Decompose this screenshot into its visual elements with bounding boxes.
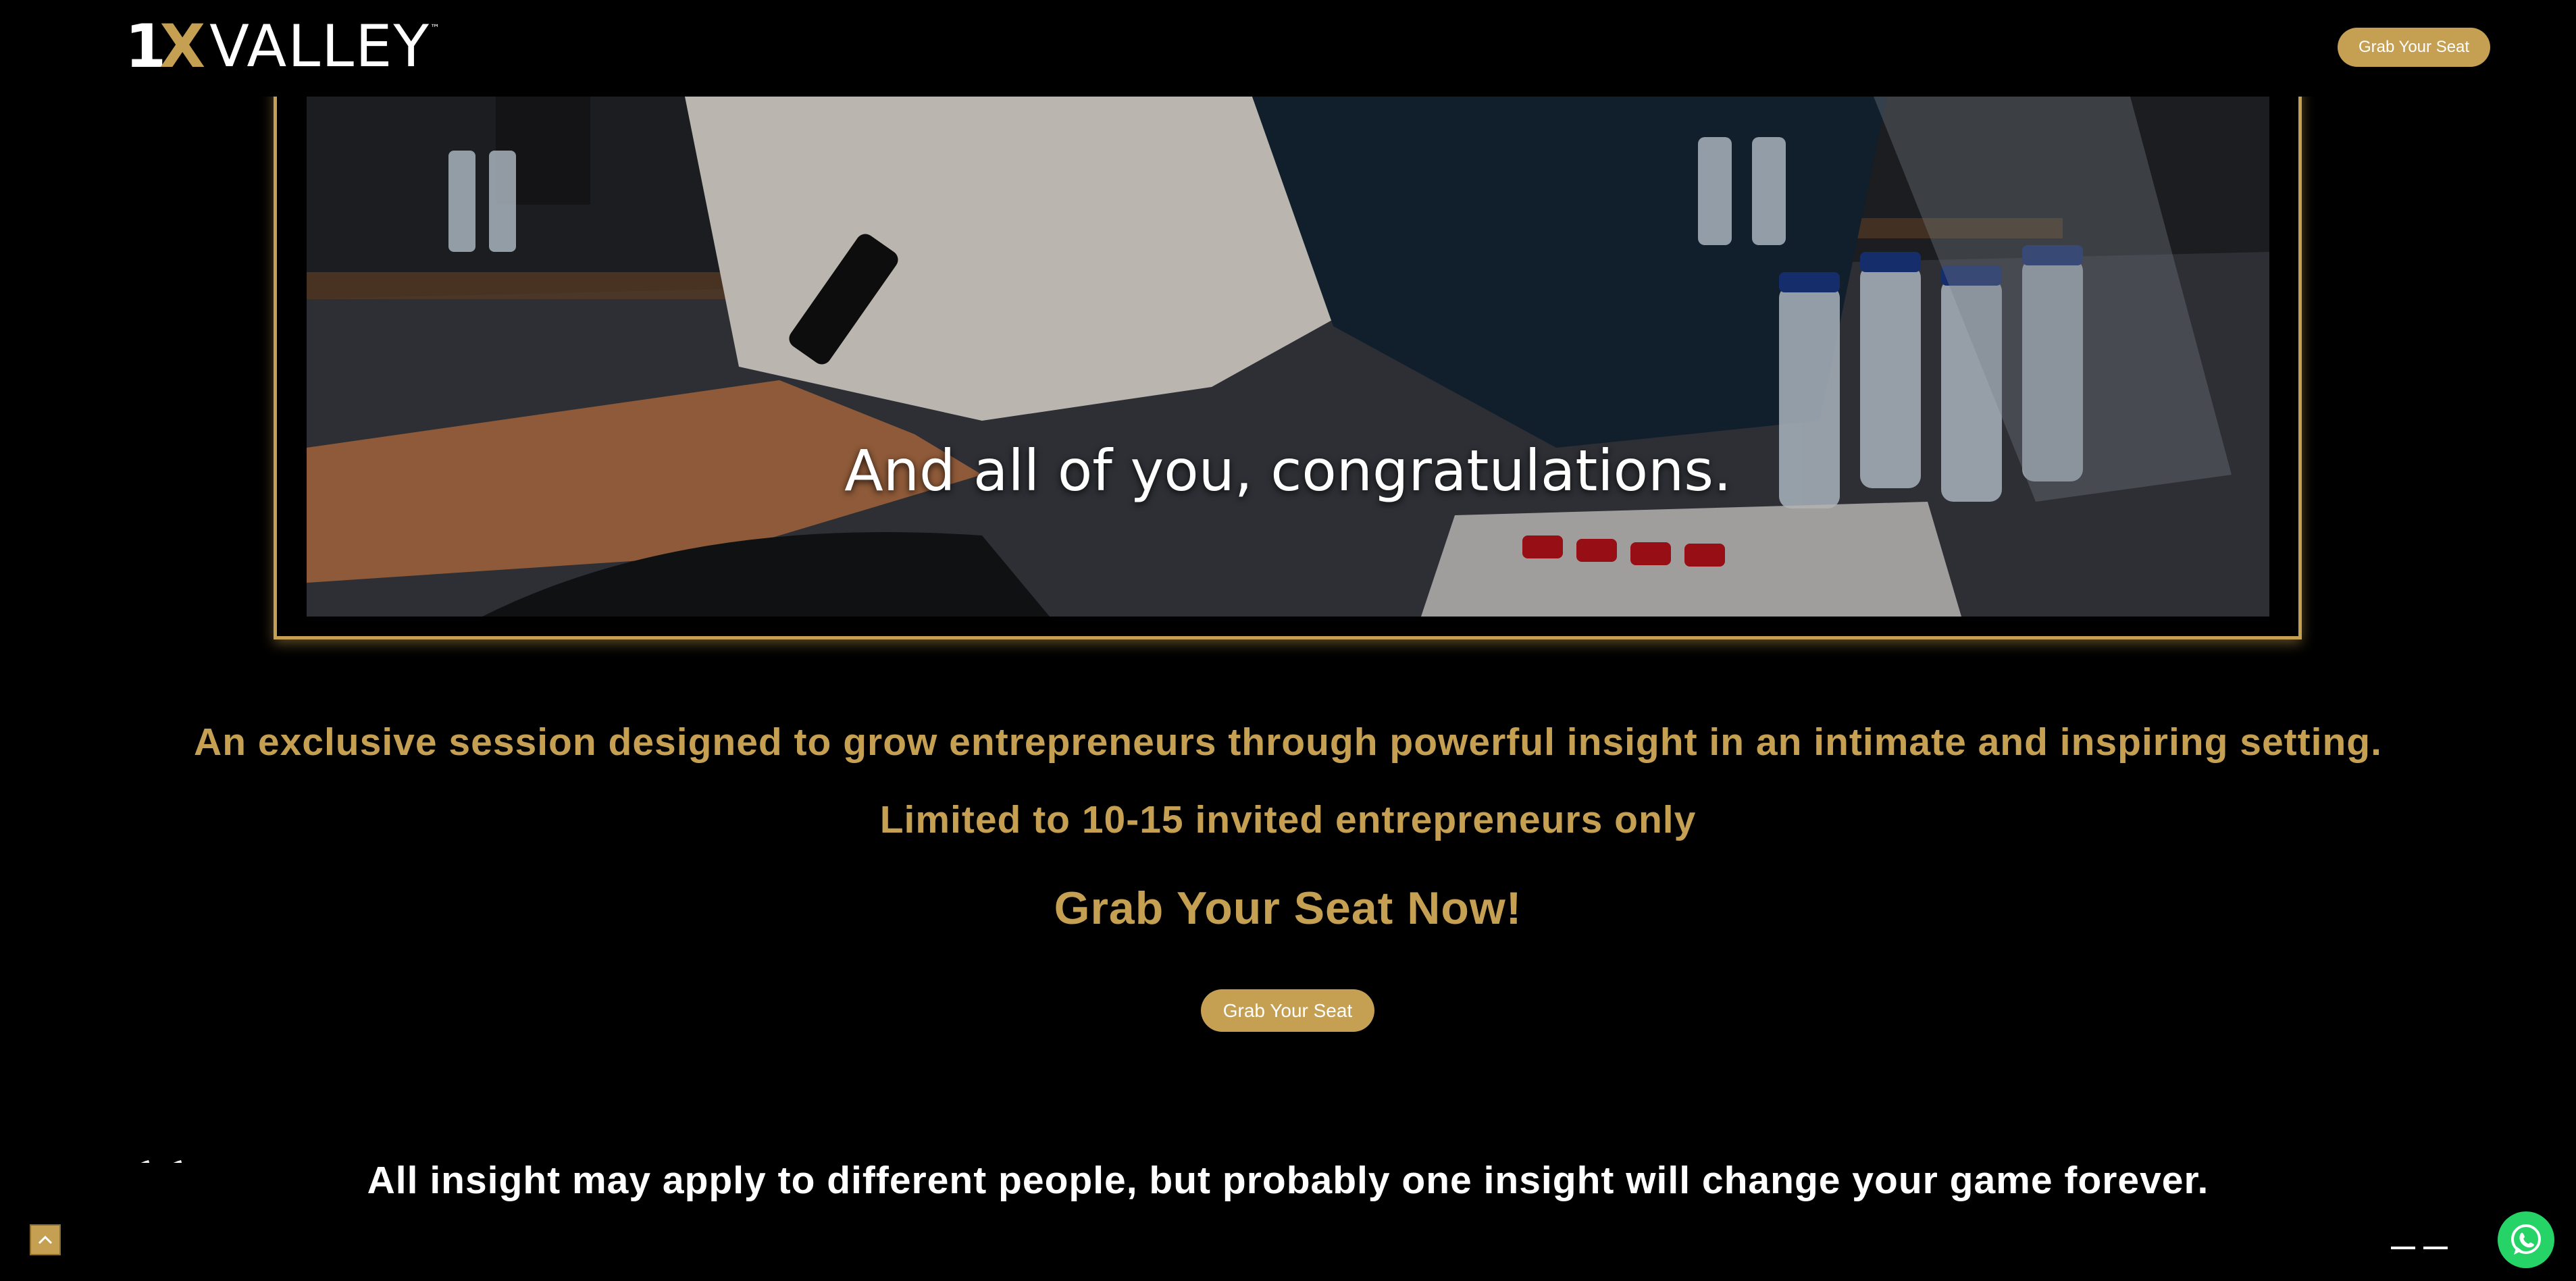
site-header: 1 X VALLEY ™ Grab Your Seat bbox=[0, 0, 2576, 97]
limited-seats-text: Limited to 10-15 invited entrepreneurs o… bbox=[879, 798, 1697, 841]
chevron-up-icon bbox=[38, 1235, 53, 1245]
quote-open-icon bbox=[126, 1102, 184, 1163]
quote-text: All insight may apply to different peopl… bbox=[367, 1159, 2209, 1202]
logo-one: 1 bbox=[125, 11, 166, 81]
header-grab-seat-button[interactable]: Grab Your Seat bbox=[2338, 28, 2490, 67]
logo-trademark: ™ bbox=[430, 23, 440, 34]
whatsapp-icon bbox=[2511, 1224, 2541, 1255]
tagline: An exclusive session designed to grow en… bbox=[194, 721, 2382, 764]
video-still-scene bbox=[307, 97, 2269, 617]
scroll-to-top-button[interactable] bbox=[30, 1224, 61, 1255]
grab-seat-button[interactable]: Grab Your Seat bbox=[1201, 989, 1374, 1032]
video-caption: And all of you, congratulations. bbox=[844, 438, 1732, 504]
quote-close-icon bbox=[2390, 1188, 2448, 1249]
cta-heading: Grab Your Seat Now! bbox=[1054, 883, 1522, 934]
logo[interactable]: 1 X VALLEY ™ bbox=[125, 11, 440, 81]
whatsapp-chat-button[interactable] bbox=[2498, 1211, 2554, 1268]
page: 1 X VALLEY ™ Grab Your Seat And all of y… bbox=[0, 0, 2576, 1281]
logo-wordmark: VALLEY bbox=[209, 13, 430, 80]
video-player[interactable]: And all of you, congratulations. bbox=[307, 97, 2269, 617]
logo-x: X bbox=[159, 11, 206, 81]
